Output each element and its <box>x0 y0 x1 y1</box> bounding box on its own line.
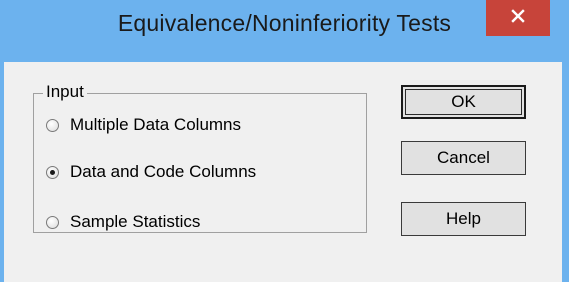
title-bar[interactable]: Equivalence/Noninferiority Tests <box>0 0 569 62</box>
radio-button[interactable] <box>46 118 59 132</box>
dialog-body: Input Multiple Data Columns Data and Cod… <box>4 62 562 282</box>
dialog-window: Equivalence/Noninferiority Tests Input M… <box>0 0 569 282</box>
close-button[interactable] <box>486 0 550 36</box>
radio-button-selected[interactable] <box>46 165 59 179</box>
dialog-title: Equivalence/Noninferiority Tests <box>117 10 452 36</box>
radio-label: Multiple Data Columns <box>70 115 242 134</box>
close-icon <box>511 8 525 28</box>
radio-multiple-data-columns[interactable]: Multiple Data Columns <box>46 115 241 135</box>
radio-button[interactable] <box>46 215 59 229</box>
radio-data-and-code-columns[interactable]: Data and Code Columns <box>46 162 256 182</box>
help-button[interactable]: Help <box>401 202 526 236</box>
input-group-label: Input <box>43 82 87 102</box>
radio-label: Data and Code Columns <box>70 162 257 181</box>
radio-sample-statistics[interactable]: Sample Statistics <box>46 212 200 232</box>
radio-label: Sample Statistics <box>70 212 201 231</box>
cancel-button[interactable]: Cancel <box>401 141 526 175</box>
ok-button[interactable]: OK <box>401 85 526 119</box>
